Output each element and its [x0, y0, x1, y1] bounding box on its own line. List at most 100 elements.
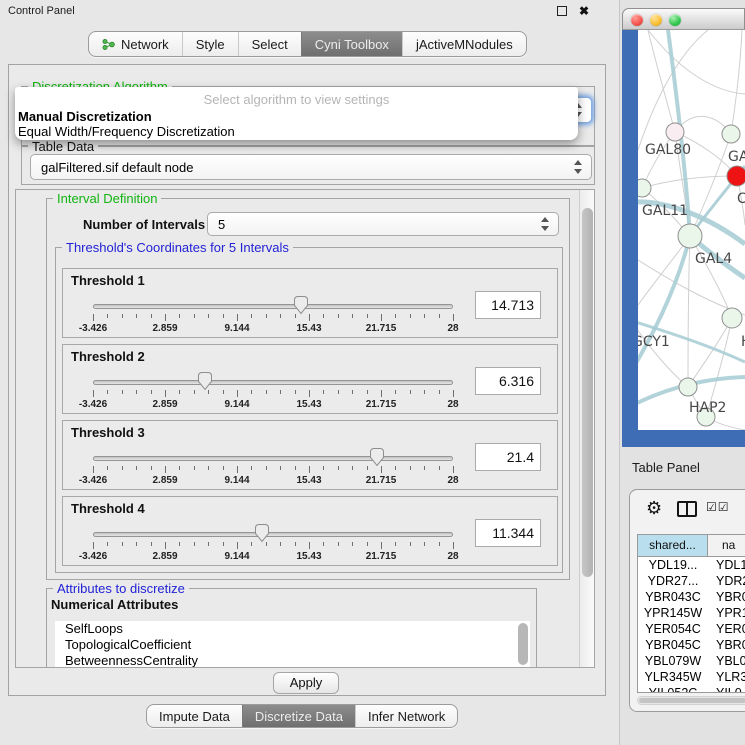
slider-tick-label: 21.715 — [366, 475, 397, 486]
table-panel-toolbar: ⚙ ☑☑ — [630, 490, 745, 530]
checkbox-checked-icon[interactable]: ☑ — [718, 500, 730, 514]
network-icon — [102, 38, 115, 51]
group-title: Interval Definition — [53, 191, 161, 206]
tab-impute-data[interactable]: Impute Data — [147, 705, 242, 727]
threshold-title: Threshold 2 — [71, 349, 145, 364]
number-of-intervals-combobox[interactable]: 5 — [207, 212, 559, 236]
list-item[interactable]: SelfLoops — [55, 621, 530, 637]
slider-tick-label: 28 — [447, 475, 458, 486]
split-columns-icon[interactable] — [677, 501, 697, 517]
slider-tick-label: -3.426 — [79, 399, 107, 410]
slider-thumb[interactable] — [369, 447, 385, 467]
table-row[interactable]: YPR145W YPR1 — [638, 605, 745, 621]
column-checkboxes[interactable]: ☑☑ — [706, 500, 730, 514]
list-item[interactable]: TopologicalCoefficient — [55, 637, 530, 653]
network-canvas[interactable]: GAL80GACGAL11GAL4GCY1HHAP2 — [638, 30, 745, 430]
threshold-panel: Threshold 4 11.344 -3.4262.8599.14415.43… — [62, 496, 558, 566]
tab-jactivemnodules[interactable]: jActiveMNodules — [402, 32, 526, 56]
table-row[interactable]: YLR345W YLR3 — [638, 669, 745, 685]
column-header-name[interactable]: na — [708, 535, 745, 556]
threshold-panel: Threshold 1 14.713 -3.4262.8599.14415.43… — [62, 268, 558, 338]
group-title: Threshold's Coordinates for 5 Intervals — [62, 240, 293, 255]
threshold-slider[interactable]: -3.4262.8599.14415.4321.71528 — [93, 371, 453, 413]
slider-tick-label: 15.43 — [296, 323, 321, 334]
threshold-value-field[interactable]: 11.344 — [475, 519, 541, 547]
numerical-attributes-list[interactable]: SelfLoopsTopologicalCoefficientBetweenne… — [55, 621, 530, 668]
horizontal-scrollbar[interactable] — [637, 696, 745, 705]
threshold-panel: Threshold 3 21.4 -3.4262.8599.14415.4321… — [62, 420, 558, 490]
tab-style[interactable]: Style — [182, 32, 238, 56]
threshold-panel: Threshold 2 6.316 -3.4262.8599.14415.432… — [62, 344, 558, 414]
table-row[interactable]: YBR043C YBR0 — [638, 589, 745, 605]
threshold-value-field[interactable]: 6.316 — [475, 367, 541, 395]
table-row[interactable]: YDR27... YDR2 — [638, 573, 745, 589]
list-scrollbar-thumb[interactable] — [518, 623, 528, 665]
column-header-shared[interactable]: shared... — [638, 535, 708, 556]
threshold-coordinates-group: Threshold's Coordinates for 5 Intervals … — [55, 247, 563, 573]
gear-icon[interactable]: ⚙ — [646, 498, 662, 518]
slider-tick-label: -3.426 — [79, 551, 107, 562]
threshold-slider[interactable]: -3.4262.8599.14415.4321.71528 — [93, 295, 453, 337]
threshold-value-field[interactable]: 14.713 — [475, 291, 541, 319]
tab-discretize-data[interactable]: Discretize Data — [242, 705, 355, 727]
group-title: Table Data — [28, 139, 98, 154]
node-label: H — [741, 334, 745, 350]
menu-item-manual-discretization[interactable]: Manual Discretization — [15, 109, 578, 124]
threshold-value-field[interactable]: 21.4 — [475, 443, 541, 471]
zoom-traffic-light-icon[interactable] — [669, 14, 681, 26]
vertical-scrollbar-thumb[interactable] — [582, 208, 593, 577]
table-data-combobox[interactable]: galFiltered.sif default node — [30, 154, 592, 180]
slider-tick-label: 28 — [447, 323, 458, 334]
horizontal-scrollbar-thumb[interactable] — [639, 698, 745, 703]
threshold-slider[interactable]: -3.4262.8599.14415.4321.71528 — [93, 447, 453, 489]
node-attribute-table: shared... na YDL19... YDL1 YDR27... YDR2… — [637, 534, 745, 693]
network-window-titlebar[interactable] — [622, 8, 745, 30]
tab-infer-network[interactable]: Infer Network — [355, 705, 457, 727]
table-panel: ⚙ ☑☑ shared... na YDL19... YDL1 YDR27...… — [629, 489, 745, 712]
network-node[interactable] — [679, 378, 697, 396]
table-row[interactable]: YBL079W YBL0 — [638, 653, 745, 669]
table-row[interactable]: YIL052C YIL0 — [638, 685, 745, 693]
node-label: C — [737, 191, 745, 207]
node-label: GAL11 — [642, 203, 688, 219]
cyni-bottom-tabs: Impute Data Discretize Data Infer Networ… — [146, 704, 458, 728]
network-node[interactable] — [678, 224, 702, 248]
slider-track[interactable] — [93, 456, 453, 461]
tab-cyni-toolbox[interactable]: Cyni Toolbox — [301, 32, 402, 56]
minimize-traffic-light-icon[interactable] — [650, 14, 662, 26]
slider-tick-label: 2.859 — [152, 399, 177, 410]
cyni-toolbox-panel: Discretization Algorithm Select algorith… — [8, 64, 606, 696]
network-node[interactable] — [666, 123, 684, 141]
table-row[interactable]: YBR045C YBR0 — [638, 637, 745, 653]
slider-tick-label: 2.859 — [152, 475, 177, 486]
network-node[interactable] — [638, 179, 651, 197]
network-node[interactable] — [722, 308, 742, 328]
list-item[interactable]: BetweennessCentrality — [55, 653, 530, 668]
slider-tick-label: 15.43 — [296, 399, 321, 410]
threshold-slider[interactable]: -3.4262.8599.14415.4321.71528 — [93, 523, 453, 565]
slider-thumb[interactable] — [254, 523, 270, 543]
close-traffic-light-icon[interactable] — [631, 14, 643, 26]
number-of-intervals-label: Number of Intervals — [83, 217, 205, 232]
tab-select[interactable]: Select — [238, 32, 301, 56]
slider-tick-label: 15.43 — [296, 475, 321, 486]
slider-track[interactable] — [93, 532, 453, 537]
table-row[interactable]: YER054C YER0 — [638, 621, 745, 637]
checkbox-checked-icon[interactable]: ☑ — [706, 500, 718, 514]
close-icon[interactable]: ✖ — [579, 3, 589, 19]
slider-thumb[interactable] — [197, 371, 213, 391]
network-node[interactable] — [727, 166, 745, 186]
tab-network[interactable]: Network — [89, 32, 182, 56]
slider-track[interactable] — [93, 380, 453, 385]
slider-thumb[interactable] — [293, 295, 309, 315]
stepper-arrows-icon — [541, 217, 550, 231]
slider-track[interactable] — [93, 304, 453, 309]
apply-button[interactable]: Apply — [273, 672, 339, 694]
table-row[interactable]: YDL19... YDL1 — [638, 557, 745, 573]
menu-item-equal-width-frequency[interactable]: Equal Width/Frequency Discretization — [15, 124, 578, 139]
vertical-scrollbar[interactable] — [579, 190, 594, 667]
network-node[interactable] — [722, 125, 740, 143]
slider-tick-label: 2.859 — [152, 323, 177, 334]
network-window-frame: GAL80GACGAL11GAL4GCY1HHAP2 — [622, 30, 745, 447]
float-window-icon[interactable] — [557, 6, 567, 16]
